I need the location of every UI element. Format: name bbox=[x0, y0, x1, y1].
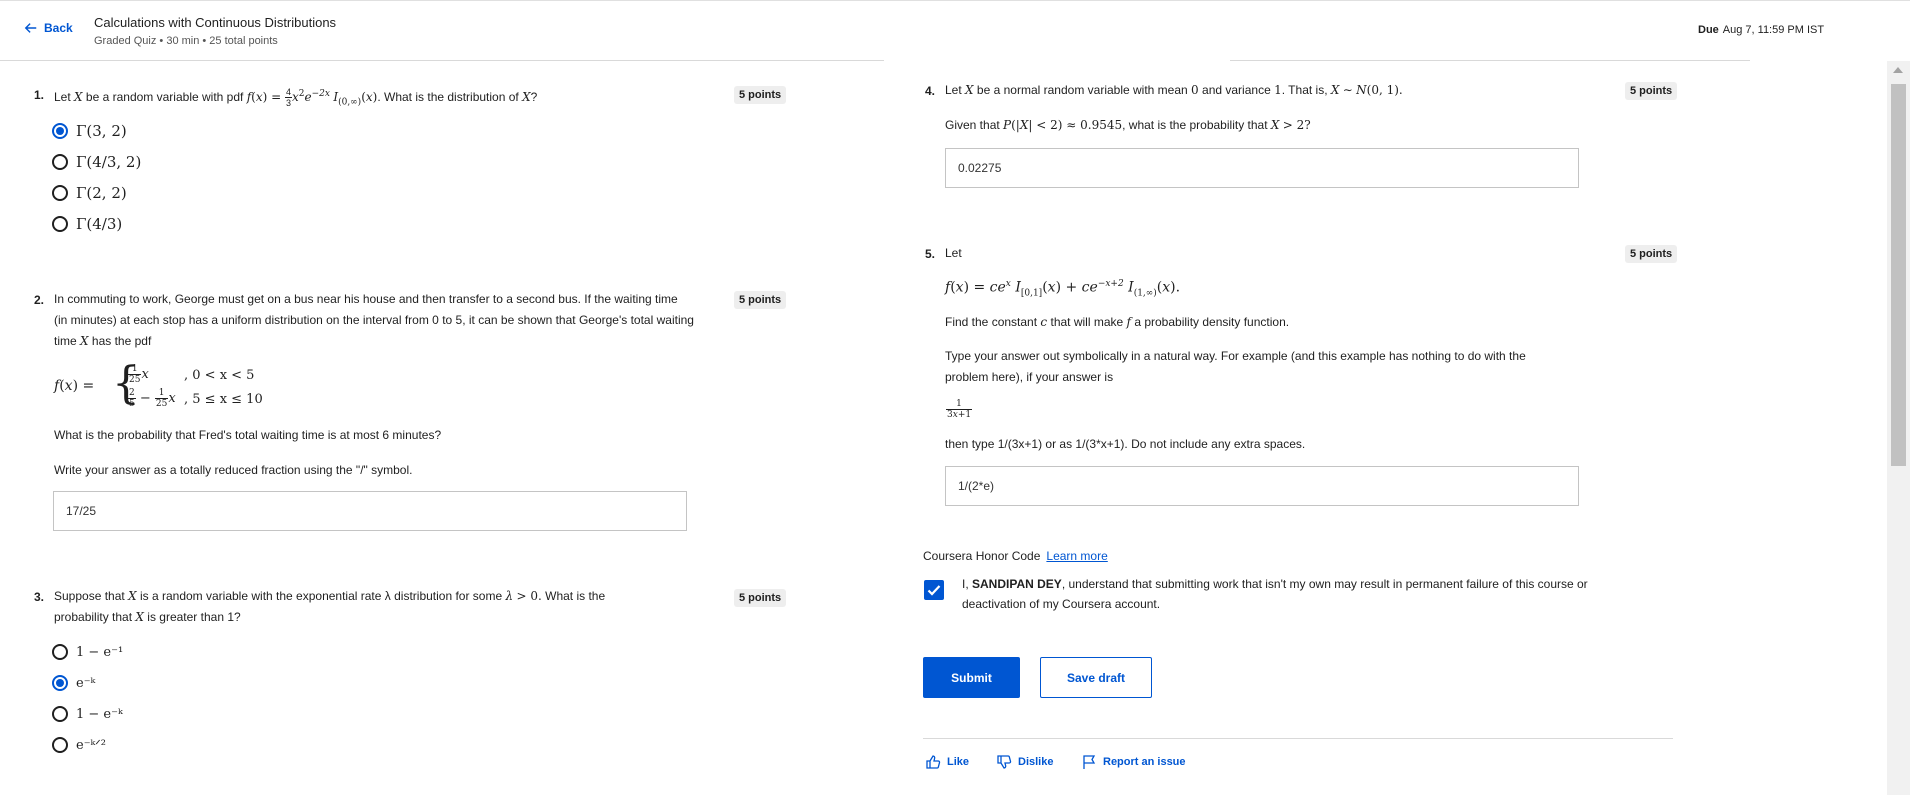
example-fraction: 1 3x+1 bbox=[946, 399, 973, 420]
question-5-then: then type 1/(3x+1) or as 1/(3*x+1). Do n… bbox=[945, 437, 1306, 451]
radio-button-selected[interactable] bbox=[52, 675, 68, 691]
thumbs-up-icon bbox=[926, 755, 941, 769]
option-label: Γ(4/3) bbox=[76, 215, 123, 233]
save-draft-button[interactable]: Save draft bbox=[1040, 657, 1152, 698]
checkmark-icon bbox=[927, 585, 941, 596]
submit-button[interactable]: Submit bbox=[923, 657, 1020, 698]
radio-button[interactable] bbox=[52, 216, 68, 232]
q1-option[interactable]: Γ(2, 2) bbox=[52, 184, 127, 202]
option-label: e⁻ᵏ bbox=[76, 675, 96, 691]
scroll-up-arrow-icon[interactable] bbox=[1893, 67, 1903, 73]
student-name: SANDIPAN DEY bbox=[972, 577, 1062, 591]
question-number: 1. bbox=[34, 88, 45, 102]
back-button[interactable]: Back bbox=[24, 21, 73, 35]
report-issue-button[interactable]: Report an issue bbox=[1081, 754, 1186, 770]
report-label: Report an issue bbox=[1103, 756, 1186, 768]
arrow-left-icon bbox=[24, 23, 37, 33]
due-date-value: Aug 7, 11:59 PM IST bbox=[1722, 24, 1825, 36]
footer-divider bbox=[923, 738, 1673, 739]
option-label: Γ(2, 2) bbox=[76, 184, 127, 202]
option-label: Γ(4/3, 2) bbox=[76, 153, 142, 171]
question-1-text: Let X be a random variable with pdf f(x)… bbox=[54, 87, 538, 109]
scrollbar-thumb[interactable] bbox=[1891, 84, 1906, 466]
quiz-subtitle: Graded Quiz • 30 min • 25 total points bbox=[94, 35, 278, 47]
q3-option[interactable]: 1 − e⁻ᵏ bbox=[52, 706, 123, 722]
radio-button[interactable] bbox=[52, 185, 68, 201]
answer-input[interactable]: 17/25 bbox=[53, 491, 687, 531]
points-badge: 5 points bbox=[1625, 82, 1678, 100]
question-5-instruction: Type your answer out symbolically in a n… bbox=[945, 349, 1526, 384]
question-5-find: Find the constant c that will make f a p… bbox=[945, 315, 1290, 329]
radio-button[interactable] bbox=[52, 644, 68, 660]
radio-button[interactable] bbox=[52, 154, 68, 170]
dislike-label: Dislike bbox=[1018, 756, 1054, 768]
question-4-given: Given that P(|X| < 2) ≈ 0.9545, what is … bbox=[945, 118, 1311, 132]
points-badge: 5 points bbox=[734, 86, 787, 104]
piecewise-pdf: f(x) = { 1 25 x , 0 < x < 5 25 − 1 25 x , 5 … bbox=[54, 358, 263, 410]
question-2-instruction: Write your answer as a totally reduced f… bbox=[54, 463, 413, 477]
question-5-formula: f(x) = cex I[0,1](x) + ce−x+2 I(1,∞)(x). bbox=[945, 279, 1181, 299]
flag-icon bbox=[1083, 755, 1096, 769]
like-button[interactable]: Like bbox=[925, 754, 969, 770]
answer-input[interactable]: 1/(2*e) bbox=[945, 466, 1579, 506]
points-badge: 5 points bbox=[734, 291, 787, 309]
radio-button-selected[interactable] bbox=[52, 123, 68, 139]
due-date: Due Aug 7, 11:59 PM IST bbox=[1698, 24, 1824, 36]
option-label: 1 − e⁻¹ bbox=[76, 644, 124, 660]
question-number: 5. bbox=[925, 247, 936, 261]
thumbs-down-icon bbox=[997, 755, 1012, 769]
option-label: Γ(3, 2) bbox=[76, 122, 127, 140]
q3-option[interactable]: e⁻ᵏᐟ² bbox=[52, 737, 106, 753]
option-label: 1 − e⁻ᵏ bbox=[76, 706, 123, 722]
honor-code-label: Coursera Honor Code Learn more bbox=[923, 549, 1108, 563]
q1-option[interactable]: Γ(4/3) bbox=[52, 215, 122, 233]
q1-option[interactable]: Γ(3, 2) bbox=[52, 122, 127, 140]
header-divider bbox=[0, 60, 884, 61]
radio-button[interactable] bbox=[52, 706, 68, 722]
honor-code-text: I, SANDIPAN DEY, understand that submitt… bbox=[962, 577, 1588, 611]
question-5-text: Let bbox=[945, 246, 962, 260]
q3-option[interactable]: e⁻ᵏ bbox=[52, 675, 95, 691]
question-number: 3. bbox=[34, 590, 45, 604]
question-4-text: Let X be a normal random variable with m… bbox=[945, 83, 1403, 97]
quiz-title: Calculations with Continuous Distributio… bbox=[94, 15, 337, 30]
points-badge: 5 points bbox=[1625, 245, 1678, 263]
honor-code-title: Coursera Honor Code bbox=[923, 549, 1041, 563]
back-label: Back bbox=[44, 21, 73, 35]
q1-option[interactable]: Γ(4/3, 2) bbox=[52, 153, 141, 171]
header-divider bbox=[1230, 60, 1750, 61]
question-number: 4. bbox=[925, 84, 936, 98]
due-label: Due bbox=[1698, 24, 1719, 36]
question-2-text: In commuting to work, George must get on… bbox=[54, 292, 694, 348]
option-label: e⁻ᵏᐟ² bbox=[76, 737, 107, 753]
learn-more-link[interactable]: Learn more bbox=[1046, 549, 1107, 563]
question-3-text: Suppose that X is a random variable with… bbox=[54, 589, 606, 624]
q3-option[interactable]: 1 − e⁻¹ bbox=[52, 644, 123, 660]
like-label: Like bbox=[947, 756, 970, 768]
points-badge: 5 points bbox=[734, 589, 787, 607]
radio-button[interactable] bbox=[52, 737, 68, 753]
question-2-prompt: What is the probability that Fred's tota… bbox=[54, 428, 442, 442]
dislike-button[interactable]: Dislike bbox=[996, 754, 1053, 770]
question-number: 2. bbox=[34, 293, 45, 307]
quiz-header: Back Calculations with Continuous Distri… bbox=[0, 0, 1910, 61]
answer-input[interactable]: 0.02275 bbox=[945, 148, 1579, 188]
honor-code-checkbox[interactable] bbox=[924, 580, 944, 600]
